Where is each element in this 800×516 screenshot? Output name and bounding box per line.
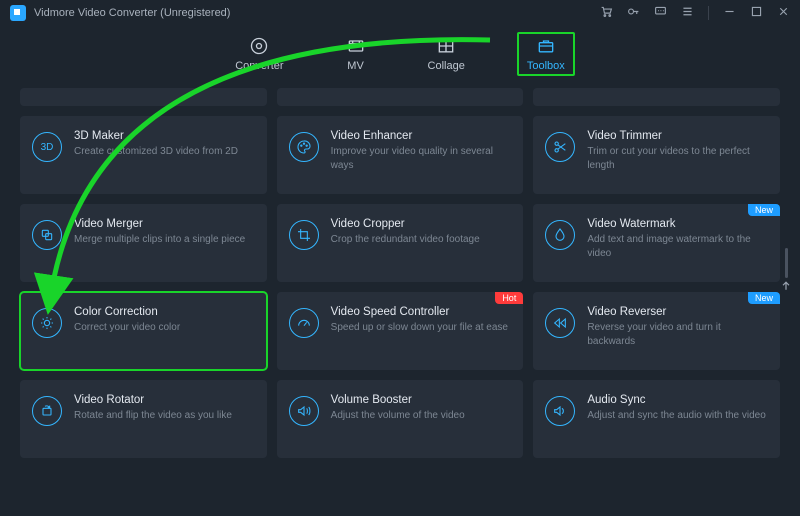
card-title: Video Merger xyxy=(74,218,253,230)
card-title: Volume Booster xyxy=(331,394,510,406)
merge-icon xyxy=(32,220,62,250)
rotate-icon xyxy=(32,396,62,426)
gauge-icon xyxy=(289,308,319,338)
partial-card xyxy=(533,88,780,106)
card-desc: Rotate and flip the video as you like xyxy=(74,409,253,423)
new-badge: New xyxy=(748,204,780,216)
main-tabs: Converter MV Collage Toolbox xyxy=(0,26,800,88)
tab-collage[interactable]: Collage xyxy=(418,32,475,76)
card-title: Audio Sync xyxy=(587,394,766,406)
card-title: Video Cropper xyxy=(331,218,510,230)
tool-color-correction[interactable]: Color Correction Correct your video colo… xyxy=(20,292,267,370)
toolbox-grid: 3D 3D Maker Create customized 3D video f… xyxy=(0,88,800,498)
tab-converter[interactable]: Converter xyxy=(225,32,293,76)
tab-label: Collage xyxy=(428,60,465,72)
card-desc: Adjust and sync the audio with the video xyxy=(587,409,766,423)
audio-sync-icon xyxy=(545,396,575,426)
volume-icon xyxy=(289,396,319,426)
card-title: Color Correction xyxy=(74,306,253,318)
app-title: Vidmore Video Converter (Unregistered) xyxy=(34,7,230,19)
close-button[interactable] xyxy=(777,5,790,21)
palette-icon xyxy=(289,132,319,162)
card-title: Video Speed Controller xyxy=(331,306,510,318)
card-title: Video Enhancer xyxy=(331,130,510,142)
card-desc: Improve your video quality in several wa… xyxy=(331,145,510,172)
card-desc: Merge multiple clips into a single piece xyxy=(74,233,253,247)
card-title: Video Rotator xyxy=(74,394,253,406)
menu-icon[interactable] xyxy=(681,5,694,21)
card-desc: Trim or cut your videos to the perfect l… xyxy=(587,145,766,172)
card-title: 3D Maker xyxy=(74,130,253,142)
crop-icon xyxy=(289,220,319,250)
tab-label: Toolbox xyxy=(527,60,565,72)
hot-badge: Hot xyxy=(495,292,523,304)
card-desc: Correct your video color xyxy=(74,321,253,335)
new-badge: New xyxy=(748,292,780,304)
titlebar: Vidmore Video Converter (Unregistered) xyxy=(0,0,800,26)
partial-card xyxy=(20,88,267,106)
card-desc: Crop the redundant video footage xyxy=(331,233,510,247)
tool-video-cropper[interactable]: Video Cropper Crop the redundant video f… xyxy=(277,204,524,282)
card-desc: Create customized 3D video from 2D xyxy=(74,145,253,159)
scissors-icon xyxy=(545,132,575,162)
tool-volume-booster[interactable]: Volume Booster Adjust the volume of the … xyxy=(277,380,524,458)
card-title: Video Trimmer xyxy=(587,130,766,142)
tool-video-rotator[interactable]: Video Rotator Rotate and flip the video … xyxy=(20,380,267,458)
tool-video-enhancer[interactable]: Video Enhancer Improve your video qualit… xyxy=(277,116,524,194)
tool-video-reverser[interactable]: New Video Reverser Reverse your video an… xyxy=(533,292,780,370)
key-icon[interactable] xyxy=(627,5,640,21)
tab-toolbox[interactable]: Toolbox xyxy=(517,32,575,76)
card-title: Video Reverser xyxy=(587,306,766,318)
feedback-icon[interactable] xyxy=(654,5,667,21)
cart-icon[interactable] xyxy=(600,5,613,21)
card-desc: Adjust the volume of the video xyxy=(331,409,510,423)
app-logo xyxy=(10,5,26,21)
partial-card xyxy=(277,88,524,106)
tool-video-watermark[interactable]: New Video Watermark Add text and image w… xyxy=(533,204,780,282)
tool-video-trimmer[interactable]: Video Trimmer Trim or cut your videos to… xyxy=(533,116,780,194)
maximize-button[interactable] xyxy=(750,5,763,21)
tool-3d-maker[interactable]: 3D 3D Maker Create customized 3D video f… xyxy=(20,116,267,194)
card-desc: Reverse your video and turn it backwards xyxy=(587,321,766,348)
brightness-icon xyxy=(32,308,62,338)
card-desc: Add text and image watermark to the vide… xyxy=(587,233,766,260)
3d-icon: 3D xyxy=(32,132,62,162)
tool-video-speed[interactable]: Hot Video Speed Controller Speed up or s… xyxy=(277,292,524,370)
tab-label: MV xyxy=(347,60,364,72)
minimize-button[interactable] xyxy=(723,5,736,21)
tool-video-merger[interactable]: Video Merger Merge multiple clips into a… xyxy=(20,204,267,282)
tab-mv[interactable]: MV xyxy=(336,32,376,76)
scrollbar[interactable] xyxy=(780,248,792,292)
rewind-icon xyxy=(545,308,575,338)
card-title: Video Watermark xyxy=(587,218,766,230)
tool-audio-sync[interactable]: Audio Sync Adjust and sync the audio wit… xyxy=(533,380,780,458)
tab-label: Converter xyxy=(235,60,283,72)
water-icon xyxy=(545,220,575,250)
card-desc: Speed up or slow down your file at ease xyxy=(331,321,510,335)
